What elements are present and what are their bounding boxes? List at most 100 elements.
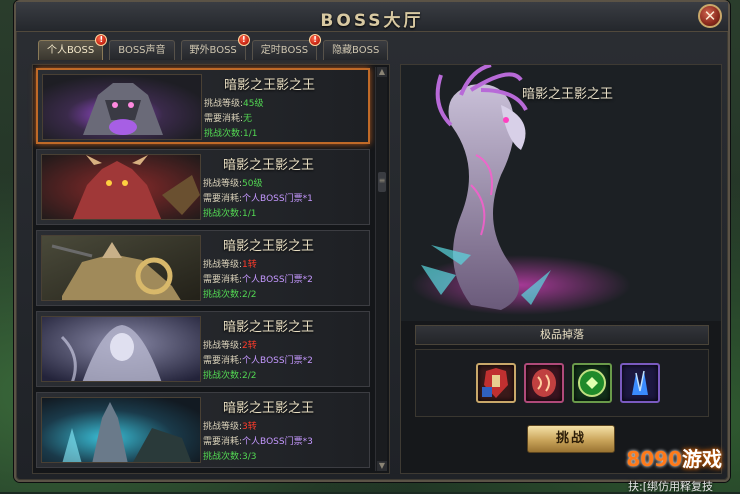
count-line: 挑战次数:2/2 [203, 287, 257, 300]
alert-badge: ! [237, 34, 250, 46]
armor-icon [482, 368, 508, 398]
window-title: BOSS大厅 [320, 11, 424, 31]
cost-value: 无 [243, 114, 253, 124]
count-value: 1/1 [243, 129, 258, 139]
boss-card[interactable]: 暗影之王影之王 挑战等级:45级 需要消耗:无 挑战次数:1/1 [36, 68, 370, 144]
scroll-thumb[interactable]: ≡ [378, 172, 386, 192]
blue-knight-portrait [42, 398, 200, 462]
tab-hidden-boss[interactable]: 隐藏BOSS [323, 40, 389, 60]
tab-label: BOSS声音 [118, 45, 166, 56]
challenge-button[interactable]: 挑战 [527, 425, 615, 453]
drop-item[interactable] [572, 363, 612, 403]
level-label: 挑战等级: [203, 179, 243, 189]
boss-hall-window: BOSS大厅 ✕ 个人BOSS ! BOSS声音 野外BOSS ! 定时BOSS… [14, 0, 730, 482]
alert-badge: ! [309, 34, 322, 46]
tab-field-boss[interactable]: 野外BOSS ! [180, 34, 250, 60]
cost-line: 需要消耗:个人BOSS门票*1 [203, 191, 313, 204]
list-scrollbar[interactable]: ▲ ≡ ▼ [375, 67, 387, 471]
cost-value: 个人BOSS门票*1 [242, 194, 313, 204]
boss-name: 暗影之王影之王 [223, 320, 315, 335]
drop-header: 极品掉落 [415, 325, 709, 345]
count-label: 挑战次数: [203, 209, 243, 219]
boss-portrait [42, 74, 202, 140]
tab-label: 定时BOSS [260, 45, 309, 56]
boss-name: 暗影之王影之王 [223, 239, 315, 254]
boss-detail-panel: 暗影之王影之王 极品掉落 挑战 [400, 64, 722, 474]
watermark-text: 游戏 [682, 447, 722, 471]
level-label: 挑战等级: [203, 260, 243, 270]
boss-portrait [41, 154, 201, 220]
ghost-lady-portrait [42, 317, 200, 381]
boss-card[interactable]: 暗影之王影之王 挑战等级:3转 需要消耗:个人BOSS门票*3 挑战次数:3/3 [36, 392, 370, 468]
drop-item[interactable] [620, 363, 660, 403]
golden-knight-portrait [42, 236, 200, 300]
scroll-down-arrow-icon[interactable]: ▼ [377, 461, 387, 471]
rune-stone-icon [532, 369, 556, 397]
boss-list-panel: 暗影之王影之王 挑战等级:45级 需要消耗:无 挑战次数:1/1 暗影之王影之王… [32, 64, 390, 474]
count-line: 挑战次数:1/1 [204, 126, 258, 139]
level-value: 3转 [242, 422, 257, 432]
boss-name: 暗影之王影之王 [224, 78, 316, 93]
blue-crystal-icon [632, 370, 648, 395]
count-label: 挑战次数: [203, 371, 243, 381]
boss-name: 暗影之王影之王 [223, 158, 315, 173]
close-button[interactable]: ✕ [698, 4, 722, 28]
scroll-up-arrow-icon[interactable]: ▲ [377, 67, 387, 77]
tab-bar: 个人BOSS ! BOSS声音 野外BOSS ! 定时BOSS ! 隐藏BOSS [38, 34, 389, 62]
cost-line: 需要消耗:个人BOSS门票*3 [203, 434, 313, 447]
tab-personal-boss[interactable]: 个人BOSS ! [38, 34, 108, 60]
boss-portrait [41, 235, 201, 301]
purple-demon-portrait [43, 75, 201, 139]
level-line: 挑战等级:3转 [203, 419, 257, 432]
count-line: 挑战次数:3/3 [203, 449, 257, 462]
level-value: 1转 [242, 260, 257, 270]
detail-boss-name: 暗影之王影之王 [521, 87, 613, 102]
watermark-digits: 8090 [626, 447, 682, 471]
boss-card[interactable]: 暗影之王影之王 挑战等级:1转 需要消耗:个人BOSS门票*2 挑战次数:2/2 [36, 230, 370, 306]
count-label: 挑战次数: [203, 290, 243, 300]
level-value: 50级 [242, 179, 263, 189]
site-watermark: 8090游戏 [626, 443, 722, 472]
drop-items-box [415, 349, 709, 417]
tab-timed-boss[interactable]: 定时BOSS ! [251, 34, 322, 60]
cost-value: 个人BOSS门票*2 [242, 275, 313, 285]
tab-label: 个人BOSS [47, 45, 95, 56]
boss-name: 暗影之王影之王 [223, 401, 315, 416]
close-icon: ✕ [703, 6, 717, 25]
count-label: 挑战次数: [203, 452, 243, 462]
cost-line: 需要消耗:个人BOSS门票*2 [203, 353, 313, 366]
tab-boss-sound[interactable]: BOSS声音 [109, 40, 175, 60]
level-value: 45级 [243, 99, 264, 109]
count-label: 挑战次数: [204, 129, 244, 139]
level-line: 挑战等级:50级 [203, 176, 263, 189]
count-line: 挑战次数:1/1 [203, 206, 257, 219]
cost-value: 个人BOSS门票*2 [242, 356, 313, 366]
red-demon-portrait [42, 155, 200, 219]
cost-line: 需要消耗:无 [204, 111, 252, 124]
alert-badge: ! [95, 34, 108, 46]
boss-card[interactable]: 暗影之王影之王 挑战等级:2转 需要消耗:个人BOSS门票*2 挑战次数:2/2 [36, 311, 370, 387]
count-value: 1/1 [242, 209, 257, 219]
count-value: 2/2 [242, 290, 257, 300]
level-label: 挑战等级: [203, 422, 243, 432]
tab-label: 隐藏BOSS [332, 45, 380, 56]
drop-item[interactable] [524, 363, 564, 403]
boss-card[interactable]: 暗影之王影之王 挑战等级:50级 需要消耗:个人BOSS门票*1 挑战次数:1/… [36, 149, 370, 225]
cost-value: 个人BOSS门票*3 [242, 437, 313, 447]
cost-label: 需要消耗: [204, 114, 244, 124]
cost-label: 需要消耗: [203, 194, 243, 204]
boss-artwork: 暗影之王影之王 [401, 65, 721, 321]
count-value: 2/2 [242, 371, 257, 381]
level-line: 挑战等级:1转 [203, 257, 257, 270]
level-line: 挑战等级:45级 [204, 96, 264, 109]
count-line: 挑战次数:2/2 [203, 368, 257, 381]
boss-portrait [41, 397, 201, 463]
level-label: 挑战等级: [204, 99, 244, 109]
cost-line: 需要消耗:个人BOSS门票*2 [203, 272, 313, 285]
cost-label: 需要消耗: [203, 437, 243, 447]
count-value: 3/3 [242, 452, 257, 462]
drop-item[interactable] [476, 363, 516, 403]
boss-portrait [41, 316, 201, 382]
green-orb-icon [578, 369, 606, 397]
cost-label: 需要消耗: [203, 275, 243, 285]
